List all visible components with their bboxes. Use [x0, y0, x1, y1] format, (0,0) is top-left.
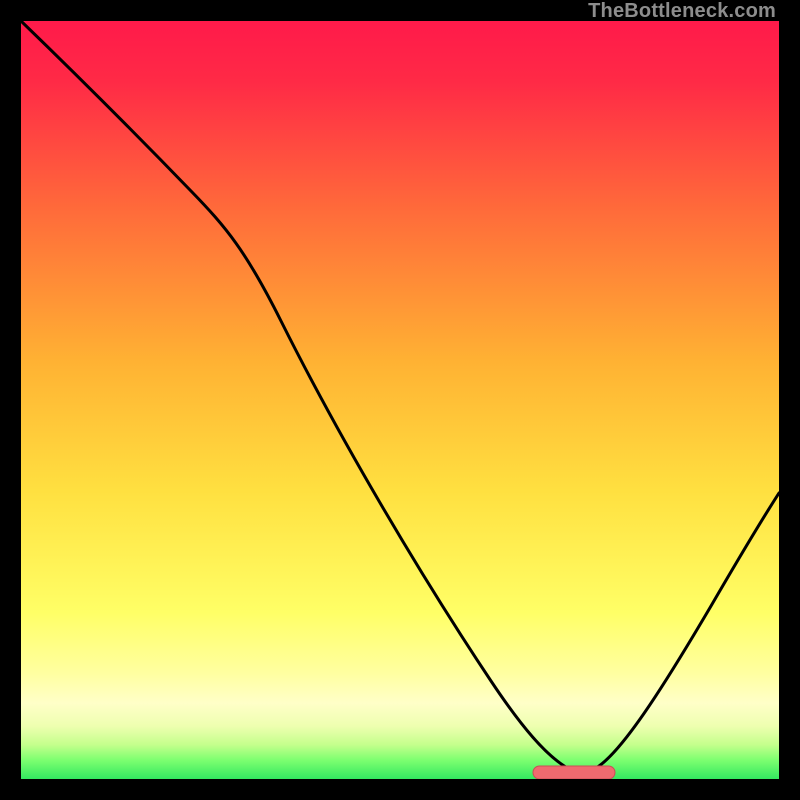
watermark-text: TheBottleneck.com	[588, 0, 776, 23]
chart-svg	[21, 21, 779, 779]
optimal-marker	[533, 766, 615, 779]
chart-frame	[21, 21, 779, 779]
